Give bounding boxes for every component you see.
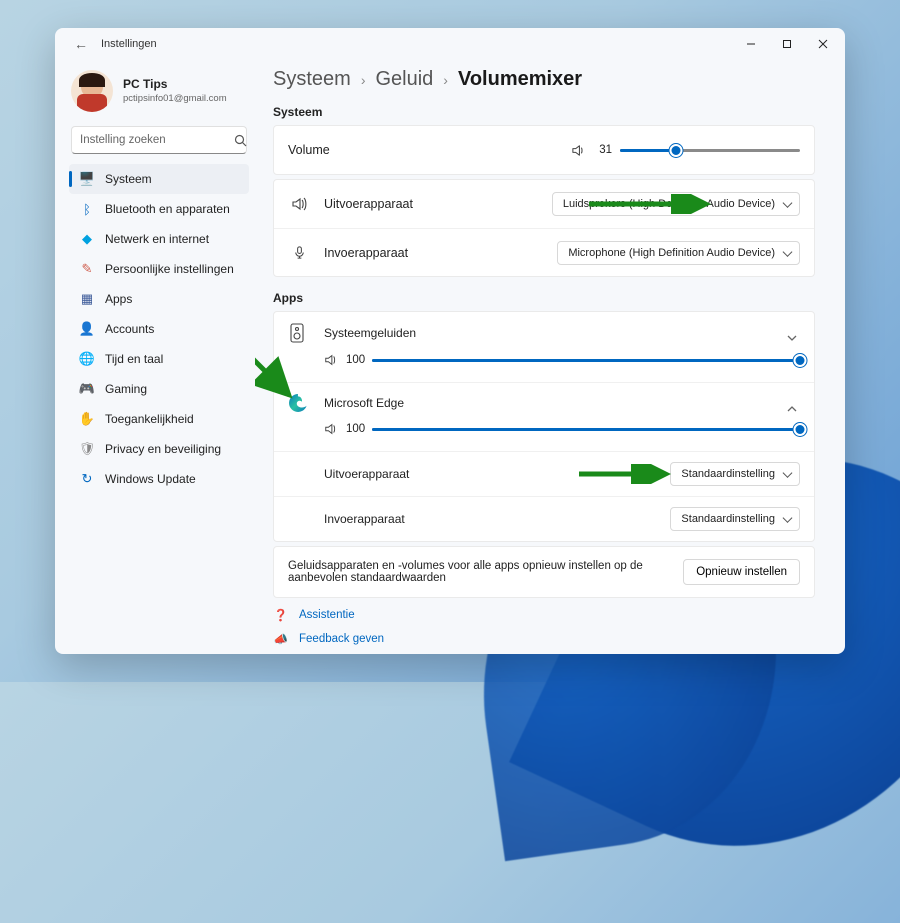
profile-name: PC Tips (123, 77, 227, 93)
nav-label: Persoonlijke instellingen (105, 262, 234, 276)
system-devices-card: Uitvoerapparaat Luidsprekers (High Defin… (273, 179, 815, 277)
volume-label: Volume (288, 143, 571, 157)
sidebar-item-tijd-en-taal[interactable]: 🌐 Tijd en taal (69, 344, 249, 374)
nav-icon: ✎ (79, 261, 95, 277)
nav-icon: ᛒ (79, 202, 95, 217)
section-title-system: Systeem (273, 105, 815, 119)
output-device-dropdown[interactable]: Luidsprekers (High Definition Audio Devi… (552, 192, 800, 216)
main-content: Systeem › Geluid › Volumemixer Systeem V… (255, 60, 845, 654)
nav-icon: ↻ (79, 471, 95, 487)
speaker-icon[interactable] (571, 143, 586, 158)
edge-input-label: Invoerapparaat (324, 512, 670, 526)
app-volume-slider[interactable] (372, 421, 800, 437)
nav-icon: 🌐 (79, 351, 95, 367)
speaker-output-icon (288, 196, 310, 212)
app-volume-value: 100 (346, 354, 364, 366)
search-icon (234, 134, 247, 147)
sidebar-item-persoonlijke-instellingen[interactable]: ✎ Persoonlijke instellingen (69, 254, 249, 284)
nav-label: Systeem (105, 172, 152, 186)
app-volume-value: 100 (346, 423, 364, 435)
app-edge: Microsoft Edge 100 (274, 382, 814, 451)
search-input[interactable] (80, 134, 234, 146)
search-box[interactable] (71, 126, 247, 154)
nav-label: Privacy en beveiliging (105, 442, 221, 456)
section-title-apps: Apps (273, 291, 815, 305)
nav-icon: ▦ (79, 291, 95, 307)
chevron-up-icon[interactable] (786, 403, 800, 417)
chevron-right-icon: › (443, 72, 448, 88)
crumb-system[interactable]: Systeem (273, 68, 351, 91)
edge-icon (288, 393, 310, 413)
sidebar-item-systeem[interactable]: 🖥️ Systeem (69, 164, 249, 194)
sidebar-item-accounts[interactable]: 👤 Accounts (69, 314, 249, 344)
maximize-button[interactable] (769, 30, 805, 58)
chevron-down-icon[interactable] (786, 332, 800, 346)
sidebar-item-bluetooth-en-apparaten[interactable]: ᛒ Bluetooth en apparaten (69, 194, 249, 224)
sidebar: PC Tips pctipsinfo01@gmail.com 🖥️ Systeem… (55, 60, 255, 654)
back-button[interactable]: ← (67, 30, 95, 58)
volume-value: 31 (594, 144, 612, 156)
edge-input-dropdown[interactable]: Standaardinstelling (670, 507, 800, 531)
chevron-right-icon: › (361, 72, 366, 88)
nav-label: Toegankelijkheid (105, 412, 194, 426)
nav-icon: 👤 (79, 321, 95, 337)
edge-output-dropdown[interactable]: Standaardinstelling (670, 462, 800, 486)
nav-label: Gaming (105, 382, 147, 396)
speaker-icon[interactable] (324, 422, 338, 436)
feedback-link[interactable]: 📣Feedback geven (273, 632, 815, 646)
speaker-icon[interactable] (324, 353, 338, 367)
input-device-dropdown[interactable]: Microphone (High Definition Audio Device… (557, 241, 800, 265)
system-sounds-icon (288, 322, 310, 344)
volume-slider[interactable] (620, 142, 800, 158)
sidebar-item-windows-update[interactable]: ↻ Windows Update (69, 464, 249, 494)
minimize-button[interactable] (733, 30, 769, 58)
nav-label: Accounts (105, 322, 154, 336)
nav-label: Apps (105, 292, 132, 306)
edge-device-rows: Uitvoerapparaat Standaardinstelling Invo… (274, 451, 814, 541)
profile[interactable]: PC Tips pctipsinfo01@gmail.com (69, 66, 249, 126)
crumb-mixer: Volumemixer (458, 68, 582, 91)
help-assist-link[interactable]: ❓Assistentie (273, 608, 815, 622)
reset-button[interactable]: Opnieuw instellen (683, 559, 800, 585)
sidebar-item-toegankelijkheid[interactable]: ✋ Toegankelijkheid (69, 404, 249, 434)
settings-window: ← Instellingen PC Tips pctipsinfo01@gmai… (55, 28, 845, 654)
sidebar-item-netwerk-en-internet[interactable]: ◆ Netwerk en internet (69, 224, 249, 254)
sidebar-item-apps[interactable]: ▦ Apps (69, 284, 249, 314)
avatar (71, 70, 113, 112)
close-button[interactable] (805, 30, 841, 58)
feedback-icon: 📣 (273, 632, 289, 646)
output-device-label: Uitvoerapparaat (324, 197, 552, 211)
app-name: Microsoft Edge (324, 396, 404, 410)
input-device-label: Invoerapparaat (324, 246, 557, 260)
reset-text: Geluidsapparaten en -volumes voor alle a… (288, 560, 669, 584)
nav-list: 🖥️ Systeem ᛒ Bluetooth en apparaten ◆ Netwerk… (69, 164, 249, 494)
nav-icon: 🛡 (79, 441, 95, 457)
window-title: Instellingen (101, 38, 157, 50)
nav-label: Tijd en taal (105, 352, 163, 366)
system-volume-card: Volume 31 (273, 125, 815, 175)
nav-label: Windows Update (105, 472, 196, 486)
nav-icon: 🖥️ (79, 171, 95, 187)
nav-icon: 🎮 (79, 381, 95, 397)
apps-card: Systeemgeluiden 100 Microsoft Edge (273, 311, 815, 542)
crumb-sound[interactable]: Geluid (375, 68, 433, 91)
help-icon: ❓ (273, 608, 289, 622)
sidebar-item-gaming[interactable]: 🎮 Gaming (69, 374, 249, 404)
nav-label: Bluetooth en apparaten (105, 202, 230, 216)
reset-card: Geluidsapparaten en -volumes voor alle a… (273, 546, 815, 598)
app-name: Systeemgeluiden (324, 326, 416, 340)
app-volume-slider[interactable] (372, 352, 800, 368)
sidebar-item-privacy-en-beveiliging[interactable]: 🛡 Privacy en beveiliging (69, 434, 249, 464)
microphone-icon (288, 245, 310, 260)
nav-icon: ✋ (79, 411, 95, 427)
titlebar: ← Instellingen (55, 28, 845, 60)
breadcrumb: Systeem › Geluid › Volumemixer (273, 68, 815, 91)
nav-label: Netwerk en internet (105, 232, 209, 246)
edge-output-label: Uitvoerapparaat (324, 467, 670, 481)
profile-email: pctipsinfo01@gmail.com (123, 93, 227, 105)
app-system-sounds: Systeemgeluiden 100 (274, 312, 814, 382)
nav-icon: ◆ (79, 231, 95, 247)
